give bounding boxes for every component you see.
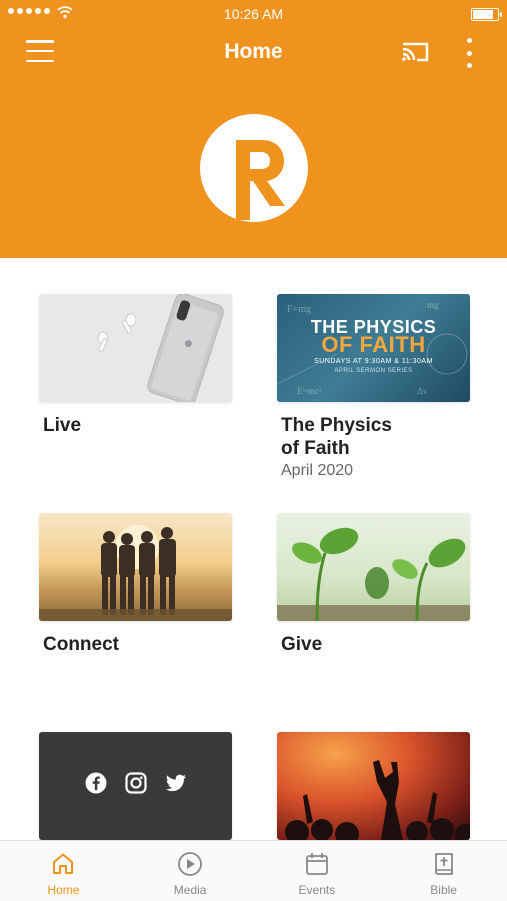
instagram-icon[interactable] <box>124 772 147 794</box>
card-label: The Physics of Faith <box>281 415 392 459</box>
more-options-icon[interactable] <box>462 38 476 68</box>
battery-icon <box>471 8 502 21</box>
svg-text:Δv: Δv <box>417 386 428 396</box>
worship-thumbnail <box>277 732 470 840</box>
page-title: Home <box>224 40 283 63</box>
twitter-icon[interactable] <box>165 772 187 794</box>
top-app-bar: Home <box>0 30 507 76</box>
status-bar: 10:26 AM <box>0 0 507 30</box>
home-grid: Live F=mg mg E=mc² Δv THE PHYSICS OF FAI… <box>0 258 507 840</box>
card-label: Connect <box>43 634 119 655</box>
live-thumbnail <box>39 294 232 402</box>
calendar-icon <box>305 853 328 875</box>
tab-media[interactable]: Media <box>127 841 254 901</box>
bible-icon <box>434 853 453 875</box>
svg-text:E=mc²: E=mc² <box>297 386 322 396</box>
tab-home[interactable]: Home <box>0 841 127 901</box>
cast-icon[interactable] <box>400 40 430 64</box>
card-give[interactable]: Give <box>277 513 470 656</box>
tab-bible[interactable]: Bible <box>380 841 507 901</box>
card-physics-of-faith[interactable]: F=mg mg E=mc² Δv THE PHYSICS OF FAITH SU… <box>277 294 470 480</box>
artwork-series: APRIL SERMON SERIES <box>334 368 413 374</box>
church-logo: R <box>200 114 308 222</box>
facebook-icon[interactable] <box>85 772 107 794</box>
card-connect[interactable]: Connect <box>39 513 232 656</box>
header-banner: Home R <box>0 0 507 258</box>
tab-label: Events <box>298 883 336 897</box>
tab-label: Media <box>173 883 207 897</box>
social-links <box>39 772 232 794</box>
artwork-schedule: SUNDAYS AT 9:30AM & 11:30AM <box>314 358 433 365</box>
home-icon <box>53 853 74 874</box>
tab-events[interactable]: Events <box>254 841 381 901</box>
status-time: 10:26 AM <box>223 6 284 22</box>
tab-label: Bible <box>430 883 457 897</box>
svg-text:F=mg: F=mg <box>287 304 311 315</box>
play-circle-icon <box>178 852 203 876</box>
card-social[interactable] <box>39 732 232 840</box>
svg-text:mg: mg <box>427 300 439 310</box>
give-thumbnail <box>277 513 470 621</box>
physics-of-faith-thumbnail: F=mg mg E=mc² Δv THE PHYSICS OF FAITH SU… <box>277 294 470 402</box>
card-live[interactable]: Live <box>39 294 232 437</box>
card-worship[interactable] <box>277 732 470 840</box>
bottom-tab-bar: Home Media Events Bible <box>0 840 507 901</box>
card-subtitle: April 2020 <box>281 462 354 479</box>
social-thumbnail <box>39 732 232 840</box>
card-label: Give <box>281 634 323 655</box>
card-label: Live <box>43 415 82 436</box>
artwork-title: THE PHYSICS OF FAITH <box>310 317 437 357</box>
connect-thumbnail <box>39 513 232 621</box>
tab-label: Home <box>47 883 80 897</box>
